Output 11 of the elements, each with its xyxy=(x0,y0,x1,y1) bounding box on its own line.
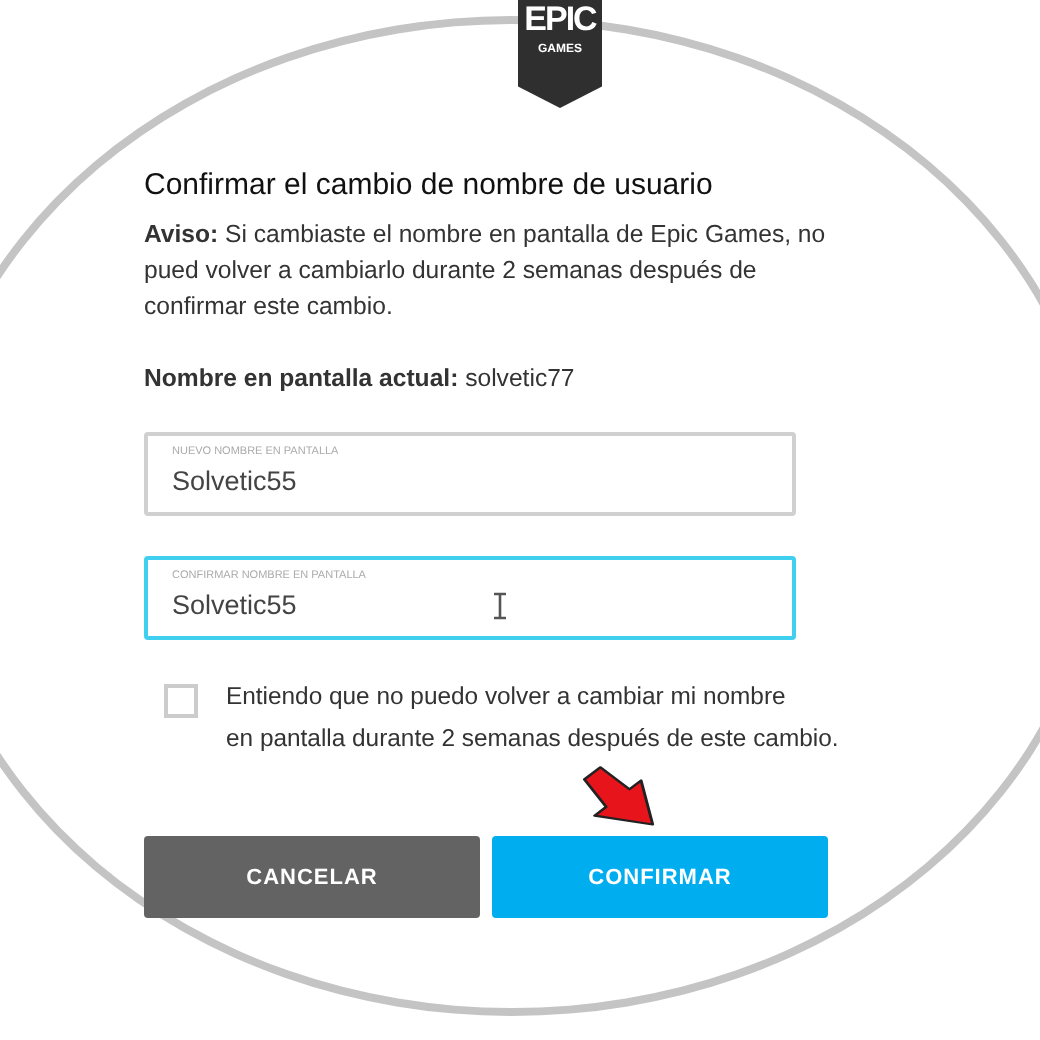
field-value: Solvetic55 xyxy=(172,588,299,624)
notice-text: Aviso: Si cambiaste el nombre en pantalla de Epic Games, no pued volver a cambiarlo durante 2 semanas después de confirmar este cambio. xyxy=(144,218,828,324)
logo-text: EPIC xyxy=(524,0,596,40)
field-value: Solvetic55 xyxy=(172,464,299,500)
cancel-button[interactable]: CANCELAR xyxy=(144,836,480,918)
agreement-checkbox[interactable] xyxy=(164,684,198,718)
dialog-title: Confirmar el cambio de nombre de usuario xyxy=(144,168,715,202)
current-name-text: Nombre en pantalla actual: solvetic77 xyxy=(144,364,577,392)
arrow-icon xyxy=(580,764,660,830)
text-cursor-icon xyxy=(492,592,508,620)
agreement-text: Entiendo que no puedo volver a cambiar mi nombre en pantalla durante 2 semanas después de este cambio. xyxy=(226,680,839,756)
